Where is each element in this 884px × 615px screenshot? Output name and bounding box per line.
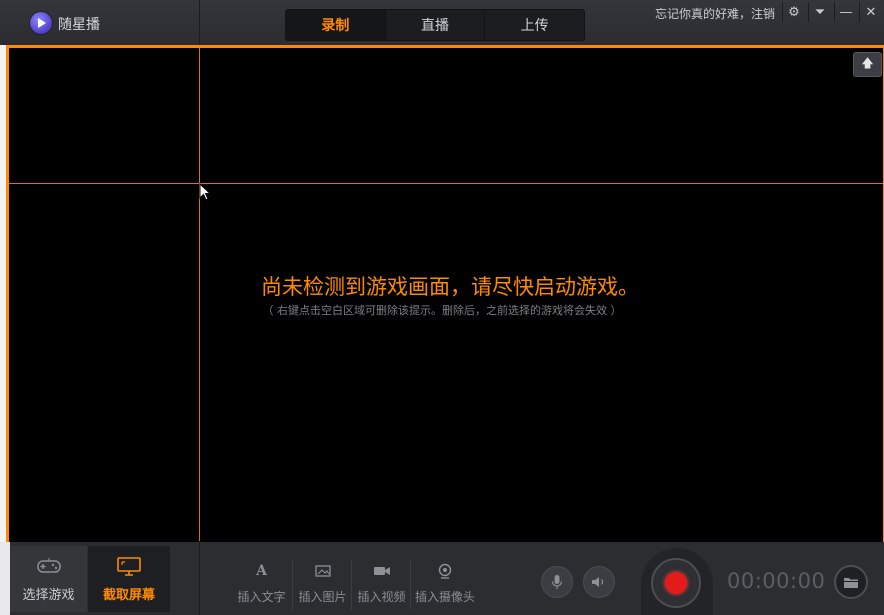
close-button[interactable]: ✕ (859, 2, 882, 22)
mode-tabs: 录制 直播 上传 (285, 9, 585, 41)
record-button[interactable] (651, 558, 701, 608)
record-dot-icon (665, 572, 687, 594)
webcam-icon (438, 563, 452, 579)
speaker-toggle[interactable] (583, 566, 615, 598)
microphone-icon (551, 575, 563, 589)
divider (199, 0, 200, 45)
divider (199, 542, 200, 615)
select-game-button[interactable]: 选择游戏 (10, 546, 87, 612)
capture-screen-label: 截取屏幕 (102, 587, 155, 603)
minimize-button[interactable]: — (834, 2, 857, 22)
record-timer: 00:00:00 (727, 569, 826, 593)
account-logout-link[interactable]: 忘记你真的好难，注销 (655, 5, 775, 22)
no-game-message: 尚未检测到游戏画面，请尽快启动游戏。 (0, 271, 884, 301)
insert-video-label: 插入视频 (357, 590, 406, 604)
tab-upload[interactable]: 上传 (485, 10, 584, 40)
folder-icon (844, 577, 858, 588)
background-window-edge (0, 542, 10, 615)
text-icon: A (256, 563, 267, 579)
dropdown-icon: ⏷ (814, 4, 826, 20)
image-icon (314, 565, 331, 577)
speaker-icon (592, 577, 604, 587)
gear-icon: ⚙ (788, 4, 800, 20)
no-game-message-text: 尚未检测到游戏画面，请尽快启动游戏。 (261, 275, 639, 299)
tab-record[interactable]: 录制 (286, 10, 386, 40)
insert-image-label: 插入图片 (298, 590, 347, 604)
tab-live[interactable]: 直播 (386, 10, 486, 40)
hint-text: （ 右键点击空白区域可删除该提示。删除后，之前选择的游戏将会失效 ） (262, 304, 622, 317)
guide-line-horizontal (9, 183, 883, 184)
insert-webcam-button[interactable]: 插入摄像头 (410, 560, 479, 610)
video-icon (373, 567, 390, 575)
minimize-icon: — (839, 4, 853, 20)
arrow-up-icon: 🡅 (861, 56, 874, 70)
insert-video-button[interactable]: 插入视频 (351, 560, 411, 610)
capture-screen-button[interactable]: 截取屏幕 (88, 546, 170, 612)
insert-text-label: 插入文字 (237, 590, 286, 604)
settings-button[interactable]: ⚙ (782, 2, 805, 22)
select-game-label: 选择游戏 (22, 587, 75, 603)
app-logo-icon (29, 11, 53, 35)
menu-dropdown-button[interactable]: ⏷ (808, 2, 831, 22)
pin-top-button[interactable]: 🡅 (853, 52, 882, 77)
open-folder-button[interactable] (834, 565, 868, 599)
gamepad-icon (36, 557, 61, 573)
insert-webcam-label: 插入摄像头 (414, 590, 475, 604)
insert-image-button[interactable]: 插入图片 (292, 560, 352, 610)
monitor-icon (117, 556, 141, 576)
microphone-toggle[interactable] (541, 566, 573, 598)
close-icon: ✕ (865, 4, 877, 20)
app-name: 随星播 (58, 17, 100, 33)
mouse-cursor-icon (199, 183, 211, 201)
insert-text-button[interactable]: A 插入文字 (232, 560, 291, 610)
